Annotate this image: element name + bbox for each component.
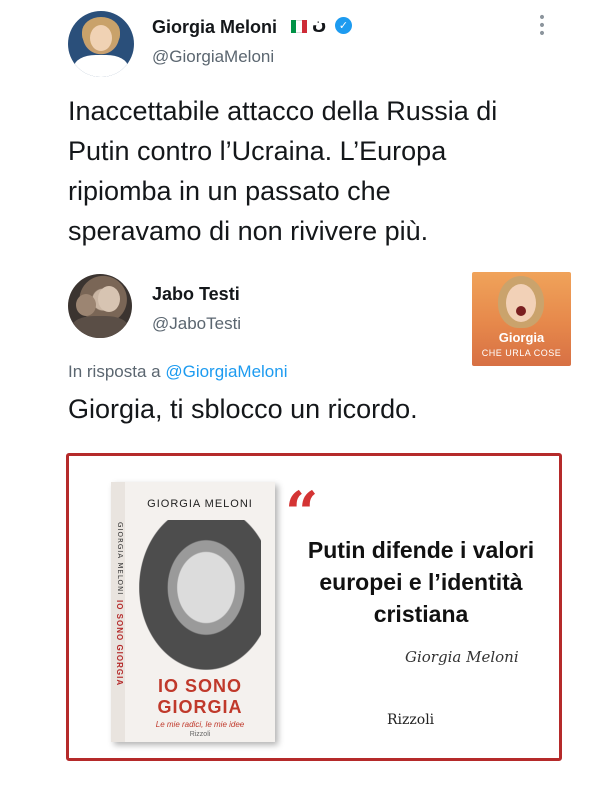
italy-flag-icon <box>291 20 307 33</box>
reply-prefix: In risposta a <box>68 362 161 381</box>
reply-context: In risposta a @GiorgiaMeloni <box>68 362 287 382</box>
quote-signature: Giorgia Meloni <box>405 648 519 666</box>
more-options-icon[interactable]: • • • <box>536 11 548 41</box>
author-name[interactable]: Giorgia Meloni <box>152 17 277 38</box>
quoted-author-handle[interactable]: @JaboTesti <box>152 314 241 334</box>
avatar-face <box>90 25 112 51</box>
book-cover: GIORGIA MELONI IO SONO GIORGIA GIORGIA M… <box>111 482 275 742</box>
author-name-suffix: ن <box>312 14 327 34</box>
reply-to-link[interactable]: @GiorgiaMeloni <box>165 362 287 381</box>
book-publisher: Rizzoli <box>189 731 211 738</box>
book-spine-author: GIORGIA MELONI <box>116 522 124 596</box>
quoted-author-name[interactable]: Jabo Testi <box>152 284 240 305</box>
avatar-shirt <box>72 316 128 338</box>
book-title-line1: IO SONO <box>157 676 242 696</box>
author-handle[interactable]: @GiorgiaMeloni <box>152 47 274 67</box>
quoted-avatar[interactable] <box>68 274 132 338</box>
avatar-person-right <box>98 286 120 312</box>
avatar-person-left <box>76 294 96 316</box>
book-portrait <box>139 520 261 670</box>
book-title-line2: GIORGIA <box>157 697 243 717</box>
tweet-text: Inaccettabile attacco della Russia di Pu… <box>68 96 498 246</box>
publisher-logo: Rizzoli <box>387 712 435 728</box>
quoted-tweet-text: Giorgia, ti sblocco un ricordo. <box>68 394 418 424</box>
avatar-shirt <box>74 55 128 77</box>
thumbnail-title: Giorgia <box>498 330 545 345</box>
thumbnail-face <box>506 284 536 322</box>
thumbnail-subtitle: CHE URLA COSE <box>481 348 562 358</box>
tweet-avatar[interactable] <box>68 11 134 77</box>
verified-badge-icon: ✓ <box>335 17 352 34</box>
thumbnail-mouth <box>516 306 526 316</box>
media-image[interactable]: GIORGIA MELONI IO SONO GIORGIA GIORGIA M… <box>66 453 562 761</box>
book-author: GIORGIA MELONI <box>147 498 253 510</box>
quote-text: Putin difende i valori europei e l’ident… <box>307 537 535 627</box>
quoted-thumbnail[interactable]: Giorgia CHE URLA COSE <box>472 272 571 366</box>
book-subtitle: Le mie radici, le mie idee <box>155 720 245 729</box>
book-spine-title: IO SONO GIORGIA <box>115 600 124 687</box>
